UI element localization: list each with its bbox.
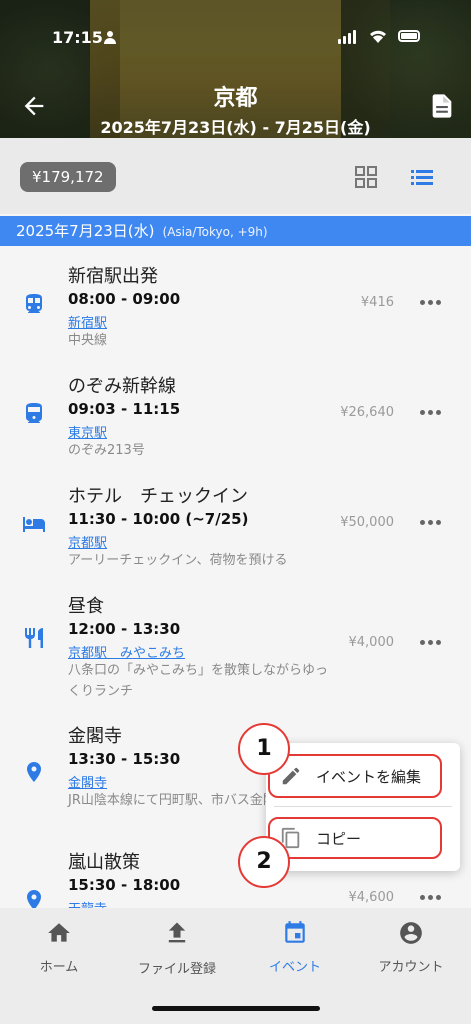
event-time: 12:00 - 13:30 <box>68 620 181 638</box>
event-place-link[interactable]: 京都駅 <box>68 532 107 551</box>
document-icon[interactable] <box>428 92 456 120</box>
event-note: のぞみ213号 <box>68 443 145 458</box>
hotel-icon <box>23 517 45 532</box>
location-pin-icon <box>27 762 41 782</box>
nav-events[interactable]: イベント <box>236 920 354 975</box>
summary-toolbar: ¥179,172 <box>0 138 471 214</box>
restaurant-icon <box>25 628 43 648</box>
event-cost: ¥4,600 <box>348 890 395 905</box>
person-icon <box>104 31 116 44</box>
trip-dates: 2025年7月23日(水) - 7月25日(金) <box>100 118 371 137</box>
event-name: 新宿駅出発 <box>68 266 158 287</box>
event-cost: ¥50,000 <box>340 515 394 530</box>
nav-events-label: イベント <box>268 960 321 975</box>
home-icon <box>48 923 70 942</box>
status-time: 17:15 <box>52 28 103 47</box>
nav-file-upload[interactable]: ファイル登録 <box>118 918 236 977</box>
event-place-link[interactable]: 東京駅 <box>68 422 107 441</box>
event-place-link[interactable]: 天龍寺 <box>68 898 107 908</box>
more-options-icon[interactable] <box>420 637 444 647</box>
account-icon <box>400 922 422 944</box>
nav-account-label: アカウント <box>378 960 444 975</box>
total-cost-chip: ¥179,172 <box>20 162 116 192</box>
event-name: のぞみ新幹線 <box>68 376 176 397</box>
event-name: 昼食 <box>68 596 104 617</box>
event-time: 13:30 - 15:30 <box>68 750 181 768</box>
event-cost: ¥26,640 <box>340 405 394 420</box>
list-view-icon[interactable] <box>410 166 434 188</box>
more-options-icon[interactable] <box>420 892 444 902</box>
nav-home[interactable]: ホーム <box>0 920 118 975</box>
nav-account[interactable]: アカウント <box>352 920 470 975</box>
event-time: 11:30 - 10:00 (~7/25) <box>68 510 249 528</box>
timezone-label: (Asia/Tokyo, +9h) <box>162 225 268 239</box>
event-place-link[interactable]: 金閣寺 <box>68 772 107 791</box>
nav-home-label: ホーム <box>39 960 79 975</box>
more-options-icon[interactable] <box>420 297 444 307</box>
wifi-icon <box>370 30 386 43</box>
event-time: 09:03 - 11:15 <box>68 400 181 418</box>
event-place-link[interactable]: 新宿駅 <box>68 312 107 331</box>
event-time: 15:30 - 18:00 <box>68 876 181 894</box>
event-cost: ¥416 <box>360 295 394 310</box>
event-place-link[interactable]: 京都駅 みやこみち <box>68 642 185 661</box>
event-time: 08:00 - 09:00 <box>68 290 181 308</box>
battery-icon <box>398 30 420 42</box>
menu-divider <box>274 806 452 807</box>
home-indicator[interactable] <box>152 1006 320 1011</box>
event-name: 嵐山散策 <box>68 852 140 873</box>
more-options-icon[interactable] <box>420 407 444 417</box>
event-name: 金閣寺 <box>68 726 122 747</box>
upload-icon <box>168 922 186 943</box>
edit-event-highlight <box>268 754 442 798</box>
train-icon <box>26 294 42 313</box>
annotation-badge-1: 1 <box>238 723 290 775</box>
event-note: アーリーチェックイン、荷物を預ける <box>68 553 288 568</box>
nav-file-upload-label: ファイル登録 <box>137 962 216 977</box>
date-label: 2025年7月23日(水) <box>16 222 155 240</box>
event-name: ホテル チェックイン <box>68 486 248 507</box>
event-note: 八条口の「みやこみち」を散策しながらゆっくりランチ <box>68 663 329 699</box>
page-title: 京都 <box>213 86 258 111</box>
status-bar: 17:15 <box>0 26 471 50</box>
location-pin-icon <box>27 890 41 908</box>
shinkansen-icon <box>26 403 42 423</box>
event-cost: ¥4,000 <box>348 635 395 650</box>
grid-view-icon[interactable] <box>355 166 377 188</box>
copy-highlight <box>268 817 442 859</box>
signal-icon <box>338 30 356 44</box>
calendar-icon <box>285 921 305 943</box>
date-header: 2025年7月23日(水) (Asia/Tokyo, +9h) <box>0 216 471 246</box>
annotation-badge-2: 2 <box>238 836 290 888</box>
event-note: 中央線 <box>68 333 108 348</box>
more-options-icon[interactable] <box>420 517 444 527</box>
